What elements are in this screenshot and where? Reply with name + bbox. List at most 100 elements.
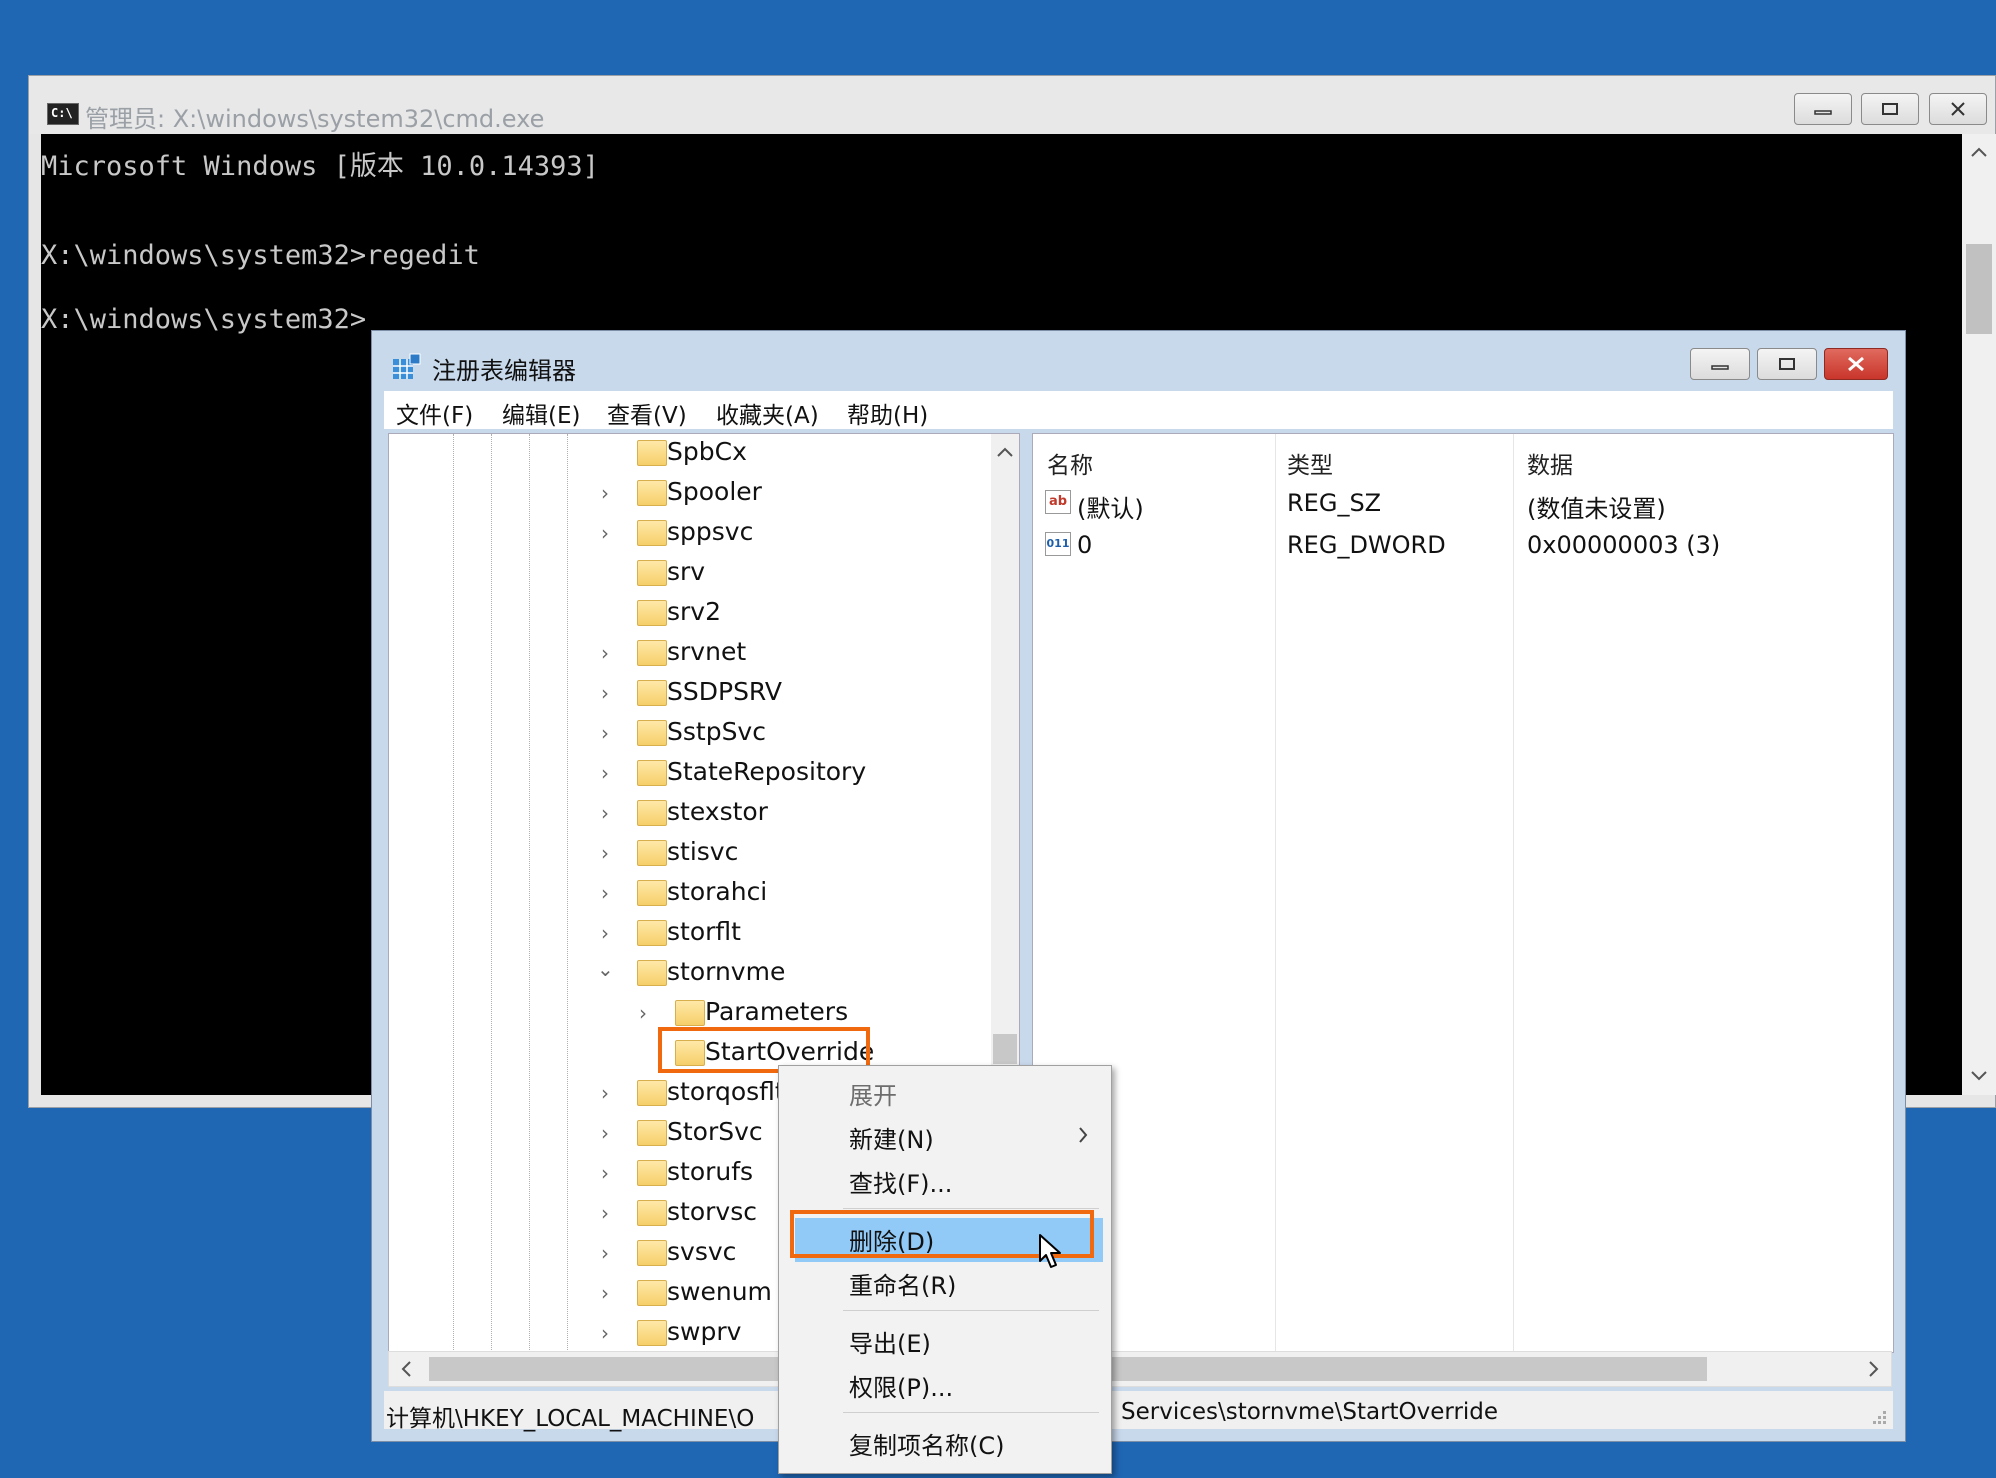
- chevron-right-icon[interactable]: ›: [601, 681, 609, 705]
- folder-icon: [637, 440, 667, 466]
- menu-file[interactable]: 文件(F): [396, 396, 473, 430]
- regedit-window[interactable]: 注册表编辑器 文件(F) 编辑(E) 查看(V) 收藏夹(A) 帮助(H) Sp…: [371, 330, 1906, 1442]
- menu-item-copy-key-name[interactable]: 复制项名称(C): [849, 1426, 1004, 1461]
- tree-item-storahci[interactable]: › storahci: [389, 874, 989, 912]
- tree-item-srv2[interactable]: srv2: [389, 594, 989, 632]
- tree-item-stornvme[interactable]: ⌄ stornvme: [389, 954, 989, 992]
- menu-view[interactable]: 查看(V): [607, 396, 687, 430]
- menu-item-find[interactable]: 查找(F)...: [849, 1164, 952, 1199]
- tree-item-sppsvc[interactable]: › sppsvc: [389, 514, 989, 552]
- menu-edit[interactable]: 编辑(E): [502, 396, 580, 430]
- menu-help[interactable]: 帮助(H): [847, 396, 928, 430]
- chevron-down-icon[interactable]: ⌄: [597, 957, 614, 981]
- tree-item-label: swprv: [667, 1317, 742, 1346]
- column-header-data[interactable]: 数据: [1527, 446, 1573, 480]
- folder-icon: [637, 960, 667, 986]
- folder-icon: [637, 640, 667, 666]
- tree-item-label: storqosflt: [667, 1077, 785, 1106]
- column-header-type[interactable]: 类型: [1287, 446, 1333, 480]
- scrollbar-thumb[interactable]: [993, 1034, 1017, 1064]
- tree-item-srv[interactable]: srv: [389, 554, 989, 592]
- tree-item-storflt[interactable]: › storflt: [389, 914, 989, 952]
- chevron-right-icon[interactable]: ›: [601, 801, 609, 825]
- chevron-right-icon[interactable]: ›: [601, 1161, 609, 1185]
- menu-item-export[interactable]: 导出(E): [849, 1324, 931, 1359]
- minimize-icon: [1711, 365, 1729, 370]
- value-row[interactable]: 011 0 REG_DWORD 0x00000003 (3): [1033, 526, 1893, 566]
- close-button[interactable]: [1929, 93, 1987, 125]
- horizontal-scrollbar[interactable]: [388, 1351, 1892, 1387]
- tree-item-label: SpbCx: [667, 437, 747, 466]
- scrollbar-thumb[interactable]: [1966, 244, 1992, 334]
- tree-item-ssdpsrv[interactable]: › SSDPSRV: [389, 674, 989, 712]
- folder-icon: [637, 600, 667, 626]
- menu-bar: 文件(F) 编辑(E) 查看(V) 收藏夹(A) 帮助(H): [384, 391, 1893, 429]
- scroll-up-icon[interactable]: [996, 446, 1014, 458]
- scroll-down-icon[interactable]: [1970, 1070, 1988, 1082]
- scroll-up-icon[interactable]: [1970, 146, 1988, 158]
- chevron-right-icon[interactable]: ›: [639, 1001, 647, 1025]
- value-row[interactable]: ab (默认) REG_SZ (数值未设置): [1033, 484, 1893, 524]
- column-divider[interactable]: [1275, 434, 1276, 1352]
- folder-icon: [637, 880, 667, 906]
- maximize-icon: [1882, 103, 1898, 115]
- tree-item-label: stisvc: [667, 837, 739, 866]
- menu-item-expand[interactable]: 展开: [849, 1076, 897, 1111]
- resize-grip-icon[interactable]: [1871, 1409, 1887, 1425]
- menu-item-new[interactable]: 新建(N): [849, 1120, 934, 1155]
- maximize-button[interactable]: [1861, 93, 1919, 125]
- tree-item-label: srvnet: [667, 637, 747, 666]
- chevron-right-icon[interactable]: ›: [601, 921, 609, 945]
- folder-icon: [637, 1080, 667, 1106]
- tree-item-sstpsvc[interactable]: › SstpSvc: [389, 714, 989, 752]
- chevron-right-icon[interactable]: ›: [601, 761, 609, 785]
- tree-item-staterepository[interactable]: › StateRepository: [389, 754, 989, 792]
- chevron-right-icon[interactable]: ›: [601, 641, 609, 665]
- menu-separator: [843, 1310, 1099, 1311]
- menu-favorites[interactable]: 收藏夹(A): [716, 396, 819, 430]
- tree-item-stisvc[interactable]: › stisvc: [389, 834, 989, 872]
- regedit-app-icon: [393, 353, 421, 379]
- tree-item-label: stexstor: [667, 797, 768, 826]
- minimize-icon: [1814, 110, 1832, 115]
- minimize-button[interactable]: [1794, 93, 1852, 125]
- cmd-vertical-scrollbar[interactable]: [1962, 134, 1996, 1095]
- chevron-right-icon[interactable]: ›: [601, 1201, 609, 1225]
- folder-icon: [637, 480, 667, 506]
- regedit-title-bar[interactable]: 注册表编辑器: [372, 331, 1905, 389]
- tree-item-label: StorSvc: [667, 1117, 763, 1146]
- tree-item-spbcx[interactable]: SpbCx: [389, 434, 989, 472]
- chevron-right-icon[interactable]: ›: [601, 521, 609, 545]
- chevron-right-icon[interactable]: ›: [601, 1081, 609, 1105]
- folder-icon: [637, 760, 667, 786]
- status-path-right: Services\stornvme\StartOverride: [1121, 1399, 1499, 1425]
- tree-item-srvnet[interactable]: › srvnet: [389, 634, 989, 672]
- binary-value-icon: 011: [1045, 532, 1071, 556]
- minimize-button[interactable]: [1690, 348, 1750, 380]
- column-header-name[interactable]: 名称: [1047, 446, 1093, 480]
- chevron-right-icon: [1079, 1127, 1088, 1143]
- chevron-right-icon[interactable]: ›: [601, 881, 609, 905]
- folder-icon: [637, 800, 667, 826]
- scroll-right-icon[interactable]: [1867, 1360, 1881, 1378]
- scroll-left-icon[interactable]: [399, 1360, 413, 1378]
- console-line: X:\windows\system32>regedit: [41, 240, 480, 271]
- cmd-title-bar[interactable]: C:\ 管理员: X:\windows\system32\cmd.exe: [29, 76, 1995, 134]
- chevron-right-icon[interactable]: ›: [601, 1121, 609, 1145]
- tree-item-spooler[interactable]: › Spooler: [389, 474, 989, 512]
- console-line: X:\windows\system32>: [41, 304, 367, 335]
- chevron-right-icon[interactable]: ›: [601, 1241, 609, 1265]
- chevron-right-icon[interactable]: ›: [601, 1281, 609, 1305]
- column-divider[interactable]: [1513, 434, 1514, 1352]
- menu-item-rename[interactable]: 重命名(R): [849, 1266, 956, 1301]
- string-value-icon: ab: [1045, 490, 1071, 514]
- close-button[interactable]: [1824, 348, 1888, 380]
- chevron-right-icon[interactable]: ›: [601, 841, 609, 865]
- registry-values-list[interactable]: 名称 类型 数据 ab (默认) REG_SZ (数值未设置) 011 0 RE…: [1032, 433, 1894, 1353]
- chevron-right-icon[interactable]: ›: [601, 481, 609, 505]
- tree-item-stexstor[interactable]: › stexstor: [389, 794, 989, 832]
- chevron-right-icon[interactable]: ›: [601, 1321, 609, 1345]
- chevron-right-icon[interactable]: ›: [601, 721, 609, 745]
- menu-item-permissions[interactable]: 权限(P)...: [849, 1368, 953, 1403]
- maximize-button[interactable]: [1757, 348, 1817, 380]
